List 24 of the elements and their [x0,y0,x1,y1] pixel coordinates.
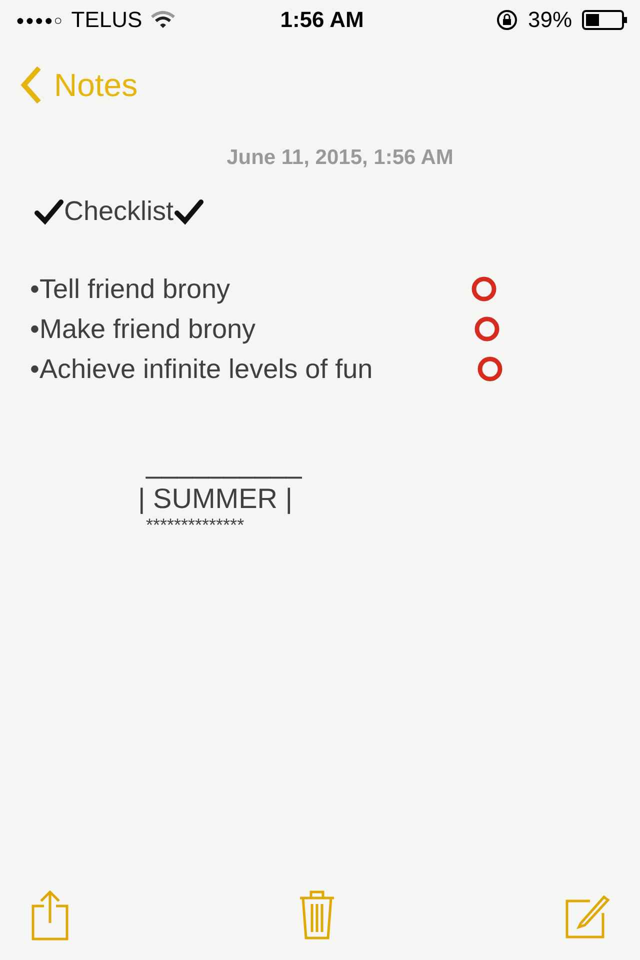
note-date: June 11, 2015, 1:56 AM [226,146,454,170]
delete-button[interactable] [298,889,336,941]
checklist-item: •Tell friend brony [30,274,232,304]
summer-text: | SUMMER | [138,483,293,515]
check-icon [174,198,204,224]
check-icon [34,198,64,224]
asterisk-line: ************** [146,515,244,536]
clock: 1:56 AM [280,7,364,33]
back-button[interactable]: Notes [20,66,138,104]
circle-icon [473,315,501,343]
back-chevron-icon [20,66,42,104]
battery-percent: 39% [528,7,572,33]
signal-dots: ●●●●○ [16,12,64,28]
circle-icon [470,275,498,303]
checklist-item: •Make friend brony [30,314,257,344]
share-button[interactable] [30,889,70,941]
rotation-lock-icon [496,9,518,31]
underline-text: __________ [146,449,302,479]
circle-icon [476,355,504,383]
note-title: Checklist [64,196,174,227]
carrier: TELUS [71,7,142,33]
checklist-item: •Achieve infinite levels of fun [30,354,374,384]
wifi-icon [150,11,176,29]
battery-icon [582,10,628,30]
